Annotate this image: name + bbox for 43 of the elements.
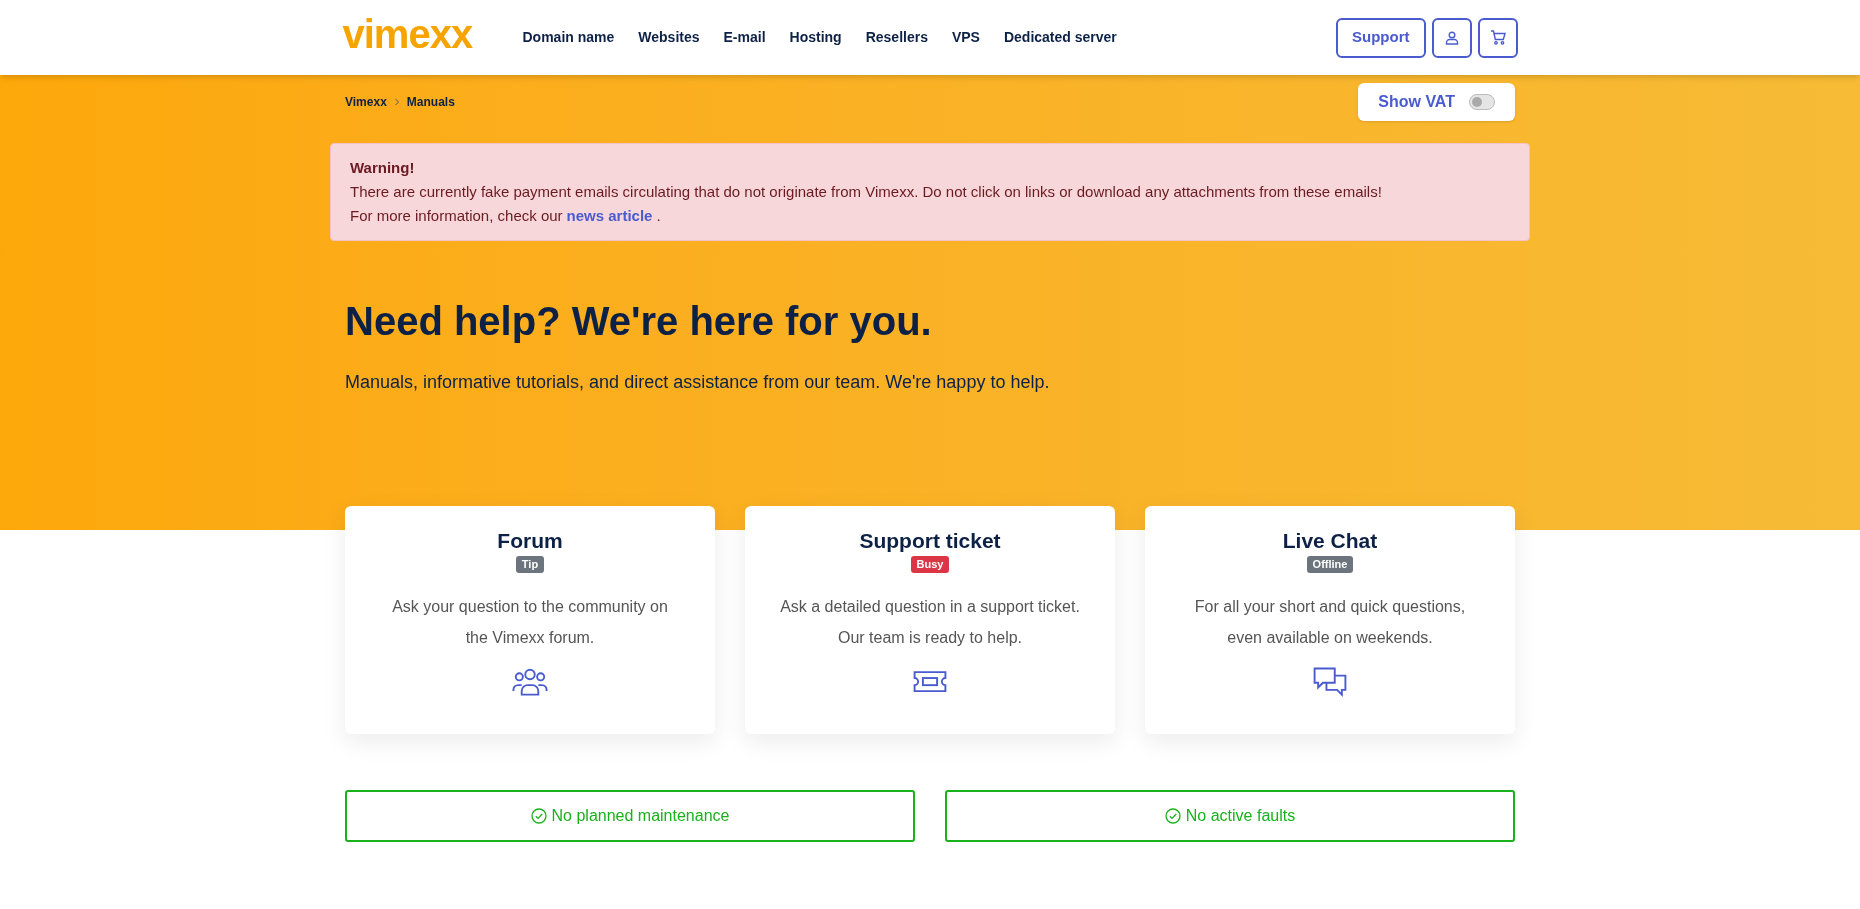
card-text: Ask a detailed question in a support ticket. Our team is ready to help. bbox=[780, 597, 1080, 648]
service-card[interactable]: Forum Tip Ask your question to the community on the Vimexx forum. bbox=[345, 506, 715, 734]
nav-link[interactable]: Dedicated server bbox=[1003, 27, 1117, 48]
cart-button[interactable] bbox=[1477, 17, 1518, 58]
card-title: Support ticket bbox=[859, 528, 1001, 554]
service-card[interactable]: Live Chat Offline For all your short and quick questions, even available on weekends. bbox=[1145, 506, 1515, 734]
news-link[interactable]: news article bbox=[566, 204, 653, 228]
nav-link[interactable]: Resellers bbox=[865, 27, 928, 48]
nav-link[interactable]: Hosting bbox=[789, 27, 842, 48]
chat-icon bbox=[1313, 667, 1347, 697]
hero-title: Need help? We're here for you. bbox=[344, 298, 933, 345]
nav-link[interactable]: Domain name bbox=[522, 27, 615, 48]
card-text: Ask your question to the community on the Vimexx forum. bbox=[391, 597, 669, 648]
vat-label: Show VAT bbox=[1378, 92, 1455, 112]
card-title: Live Chat bbox=[1282, 528, 1378, 554]
info-text-end: . bbox=[656, 206, 661, 226]
check-circle-icon bbox=[1164, 808, 1181, 824]
hero-subtitle: Manuals, informative tutorials, and direct assistance from our team. We're happy to help. bbox=[344, 371, 1051, 394]
status-badge: Busy bbox=[910, 556, 950, 573]
people-icon bbox=[512, 668, 548, 696]
user-icon bbox=[1444, 30, 1459, 45]
warning-title: Warning! bbox=[350, 158, 416, 178]
check-circle-icon bbox=[530, 808, 547, 824]
warning-text: There are currently fake payment emails circulating that do not originate from Vimexx. Do not click on links or download any attachments from these emails! bbox=[350, 182, 1383, 202]
status-badge: Tip bbox=[515, 556, 545, 573]
nav-link[interactable]: Websites bbox=[638, 27, 700, 48]
nav-link[interactable]: VPS bbox=[951, 27, 980, 48]
info-text: For more information, check our bbox=[350, 206, 563, 226]
card-title: Forum bbox=[497, 528, 563, 554]
account-button[interactable] bbox=[1431, 17, 1472, 58]
card-text: For all your short and quick questions, even available on weekends. bbox=[1193, 597, 1467, 648]
vat-toggle[interactable] bbox=[1469, 94, 1495, 110]
ticket-icon bbox=[913, 671, 947, 693]
breadcrumb-link[interactable]: Manuals bbox=[406, 93, 455, 111]
status-text: No active faults bbox=[1185, 806, 1296, 826]
support-button[interactable]: Support bbox=[1336, 17, 1426, 58]
chevron-icon bbox=[392, 98, 401, 106]
cart-icon bbox=[1489, 30, 1506, 45]
status-badge: Offline bbox=[1306, 556, 1354, 573]
status-text: No planned maintenance bbox=[551, 806, 730, 826]
nav-link[interactable]: E-mail bbox=[723, 27, 766, 48]
service-card[interactable]: Support ticket Busy Ask a detailed question in a support ticket. Our team is ready to help. bbox=[745, 506, 1115, 734]
breadcrumb-link[interactable]: Vimexx bbox=[345, 93, 387, 111]
